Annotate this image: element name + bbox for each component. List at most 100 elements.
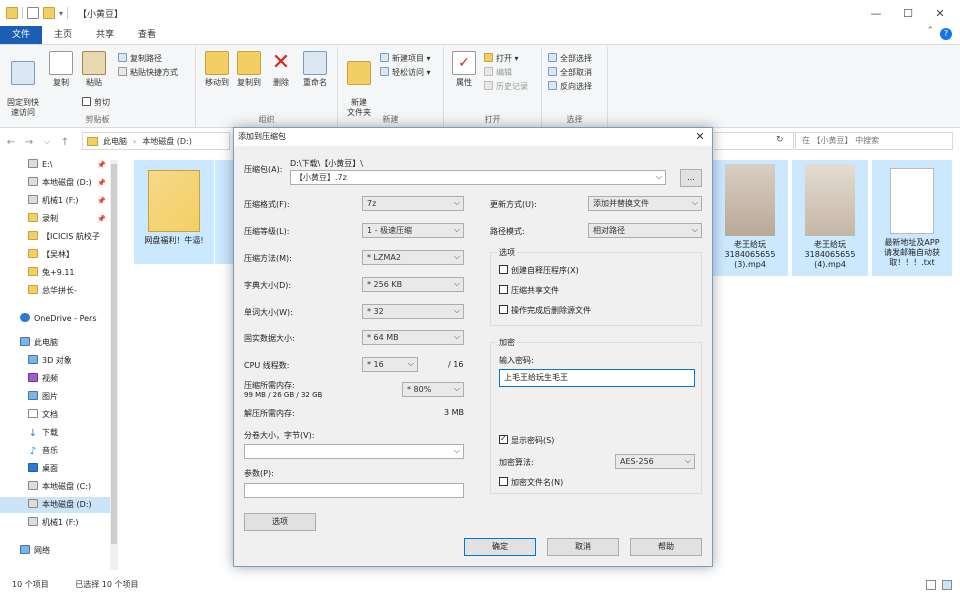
browse-button[interactable]: ... (680, 169, 702, 187)
easy-access-button[interactable]: 轻松访问 ▾ (380, 67, 431, 79)
sidebar-item[interactable]: 总华拼长- (0, 283, 110, 299)
list-item[interactable]: 老王给玩 3184065655 (3).mp4 (712, 160, 788, 276)
copy-button[interactable]: 复制 (46, 51, 76, 88)
refresh-button[interactable]: ↻ (776, 135, 784, 145)
tab-share[interactable]: 共享 (84, 26, 126, 44)
breadcrumb-item[interactable]: 本地磁盘 (D:) (142, 136, 192, 147)
help-icon[interactable]: ? (940, 28, 952, 40)
up-button[interactable]: ↑ (58, 137, 72, 148)
sidebar-item-this-pc[interactable]: 此电脑 (0, 335, 110, 351)
cut-button[interactable]: 剪切 (82, 97, 110, 109)
password-input[interactable]: 上毛王给玩生毛王 (499, 369, 695, 387)
show-password-checkbox[interactable]: 显示密码(S) (499, 433, 554, 447)
properties-button[interactable]: ✓ 属性 (450, 51, 478, 88)
dict-select[interactable]: * 256 KB (362, 277, 464, 292)
split-combobox[interactable] (244, 444, 464, 459)
back-button[interactable]: ← (4, 137, 18, 148)
ribbon-collapse-icon[interactable]: ⌃ (926, 26, 934, 36)
sidebar-item[interactable]: ♪ 音乐 (0, 443, 110, 459)
open-button[interactable]: 打开 ▾ (484, 53, 519, 65)
select-none-button[interactable]: 全部取消 (548, 67, 592, 79)
forward-button[interactable]: → (22, 137, 36, 148)
options-button[interactable]: 选项 (244, 513, 316, 531)
cpu-select[interactable]: * 16 (362, 357, 418, 372)
pin-quick-access-button[interactable]: 固定到快 速访问 (4, 51, 42, 118)
paste-shortcut-button[interactable]: 粘贴快捷方式 (118, 67, 178, 79)
sidebar-item[interactable]: 录制 📌 (0, 211, 110, 227)
rename-button[interactable]: 重命名 (298, 51, 332, 88)
archive-name-combobox[interactable]: 【小黄豆】.7z (290, 170, 666, 185)
list-item[interactable]: 网盘福利！牛逼! (134, 160, 214, 264)
move-to-button[interactable]: 移动到 (202, 51, 232, 88)
ok-button[interactable]: 确定 (464, 538, 536, 556)
tab-file[interactable]: 文件 (0, 26, 43, 44)
sidebar-scrollbar[interactable] (110, 160, 118, 570)
sidebar-item[interactable]: 桌面 (0, 461, 110, 477)
list-item[interactable]: 老王给玩 3184065655 (4).mp4 (792, 160, 868, 276)
new-folder-icon[interactable] (43, 7, 55, 19)
properties-icon[interactable] (27, 7, 39, 19)
sidebar-item[interactable]: 文档 (0, 407, 110, 423)
sidebar-item[interactable]: ↓ 下载 (0, 425, 110, 441)
sidebar-item[interactable]: 视频 (0, 371, 110, 387)
params-input[interactable] (244, 483, 464, 498)
sidebar-item[interactable]: E:\ 📌 (0, 157, 110, 173)
sidebar-item-onedrive[interactable]: OneDrive - Pers (0, 311, 110, 327)
sidebar-item-selected[interactable]: 本地磁盘 (D:) (0, 497, 110, 513)
scrollbar-thumb[interactable] (111, 164, 117, 544)
sidebar-item[interactable]: 兔+9.11 (0, 265, 110, 281)
help-button[interactable]: 帮助 (630, 538, 702, 556)
sidebar-item[interactable]: 本地磁盘 (D:) 📌 (0, 175, 110, 191)
sfx-checkbox[interactable]: 创建自释压程序(X) (499, 265, 579, 277)
history-button[interactable]: 历史记录 (484, 81, 528, 93)
copy-path-button[interactable]: 复制路径 (118, 53, 162, 65)
sidebar-item[interactable]: 3D 对象 (0, 353, 110, 369)
mem-select[interactable]: * 80% (402, 382, 464, 397)
sidebar-item[interactable]: 本地磁盘 (C:) (0, 479, 110, 495)
sidebar-item-network[interactable]: 网络 (0, 543, 110, 559)
sidebar-item[interactable]: 【吴林】 (0, 247, 110, 263)
paste-button[interactable]: 粘贴 (80, 51, 108, 88)
quick-access-dropdown-icon[interactable]: ▾ (59, 9, 63, 18)
minimize-button[interactable]: — (860, 0, 892, 26)
delete-source-checkbox[interactable]: 操作完成后删除源文件 (499, 305, 591, 317)
update-select[interactable]: 添加并替换文件 (588, 196, 702, 211)
invert-selection-button[interactable]: 反向选择 (548, 81, 592, 93)
solid-select[interactable]: * 64 MB (362, 330, 464, 345)
shared-checkbox[interactable]: 压缩共享文件 (499, 285, 559, 297)
edit-button[interactable]: 编辑 (484, 67, 512, 79)
maximize-button[interactable]: ☐ (892, 0, 924, 26)
large-icons-view-icon[interactable] (942, 580, 952, 590)
pin-icon: 📌 (97, 215, 106, 223)
tab-home[interactable]: 主页 (42, 26, 84, 44)
sidebar-item[interactable]: 机械1 (F:) (0, 515, 110, 531)
file-name: 网盘福利！牛逼! (144, 236, 204, 245)
encrypt-names-checkbox[interactable]: 加密文件名(N) (499, 477, 563, 489)
recent-locations-button[interactable]: ⌵ (40, 137, 54, 147)
sidebar-item[interactable]: 图片 (0, 389, 110, 405)
breadcrumb[interactable]: 此电脑 › 本地磁盘 (D:) (82, 132, 230, 150)
level-select[interactable]: 1 - 极速压缩 (362, 223, 464, 238)
select-all-button[interactable]: 全部选择 (548, 53, 592, 65)
method-select[interactable]: * LZMA2 (362, 250, 464, 265)
enc-method-select[interactable]: AES-256 (615, 454, 695, 469)
word-select[interactable]: * 32 (362, 304, 464, 319)
delete-button[interactable]: ✕ 删除 (268, 51, 294, 88)
search-input[interactable]: 在 【小黄豆】 中搜索 (795, 132, 953, 150)
cancel-button[interactable]: 取消 (547, 538, 619, 556)
path-select[interactable]: 相对路径 (588, 223, 702, 238)
new-folder-button[interactable]: 新建 文件夹 (344, 51, 374, 118)
dialog-close-button[interactable]: ✕ (692, 128, 708, 146)
enc-method-label: 加密算法: (499, 458, 534, 467)
copy-to-button[interactable]: 复制到 (234, 51, 264, 88)
close-button[interactable]: ✕ (924, 0, 956, 26)
breadcrumb-item[interactable]: 此电脑 (103, 136, 127, 147)
list-item[interactable]: 最新地址及APP 请发邮箱自动获 取！！！.txt (872, 160, 952, 276)
sidebar-item[interactable]: 【ICICIS 航校子 (0, 229, 110, 245)
details-view-icon[interactable] (926, 580, 936, 590)
tab-view[interactable]: 查看 (126, 26, 168, 44)
format-select[interactable]: 7z (362, 196, 464, 211)
new-item-button[interactable]: 新建项目 ▾ (380, 53, 431, 65)
list-item[interactable] (215, 160, 233, 264)
sidebar-item[interactable]: 机械1 (F:) 📌 (0, 193, 110, 209)
